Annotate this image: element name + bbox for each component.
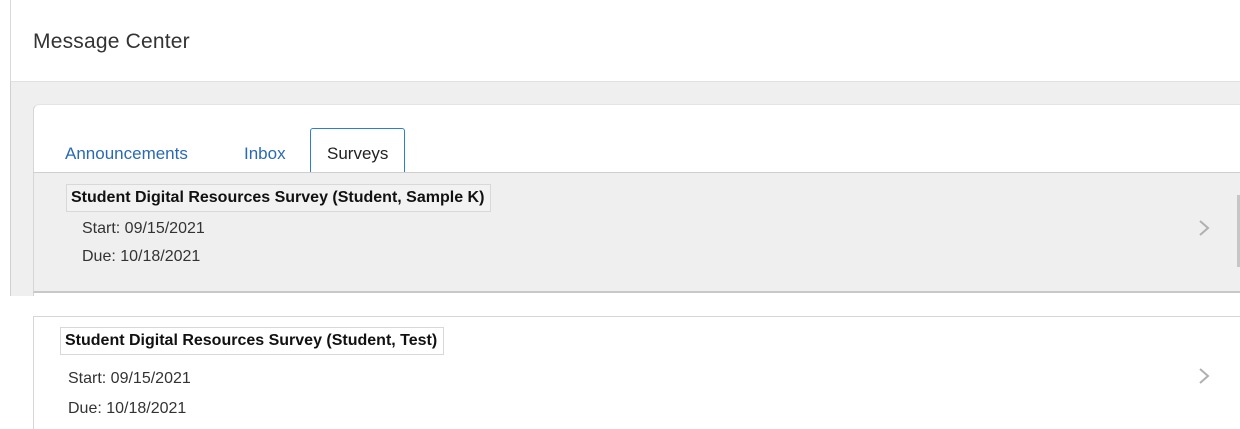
list-gap bbox=[0, 296, 1240, 316]
survey-title: Student Digital Resources Survey (Studen… bbox=[66, 184, 492, 212]
tab-bar: Announcements Inbox Surveys bbox=[33, 128, 1240, 173]
survey-due-date: Due: 10/18/2021 bbox=[82, 248, 201, 265]
page-header: Message Center bbox=[10, 0, 1240, 82]
chevron-right-icon[interactable] bbox=[1196, 218, 1212, 238]
survey-list-item[interactable]: Student Digital Resources Survey (Studen… bbox=[33, 316, 1240, 429]
tab-surveys[interactable]: Surveys bbox=[310, 128, 406, 173]
survey-start-date: Start: 09/15/2021 bbox=[68, 370, 191, 387]
survey-title: Student Digital Resources Survey (Studen… bbox=[60, 327, 445, 355]
tab-announcements[interactable]: Announcements bbox=[65, 128, 188, 172]
page-title: Message Center bbox=[33, 30, 190, 53]
survey-start-date: Start: 09/15/2021 bbox=[82, 220, 205, 237]
survey-list-item[interactable]: Student Digital Resources Survey (Studen… bbox=[33, 173, 1240, 293]
chevron-right-icon[interactable] bbox=[1196, 366, 1212, 386]
tab-inbox[interactable]: Inbox bbox=[244, 128, 286, 172]
survey-due-date: Due: 10/18/2021 bbox=[68, 400, 187, 417]
